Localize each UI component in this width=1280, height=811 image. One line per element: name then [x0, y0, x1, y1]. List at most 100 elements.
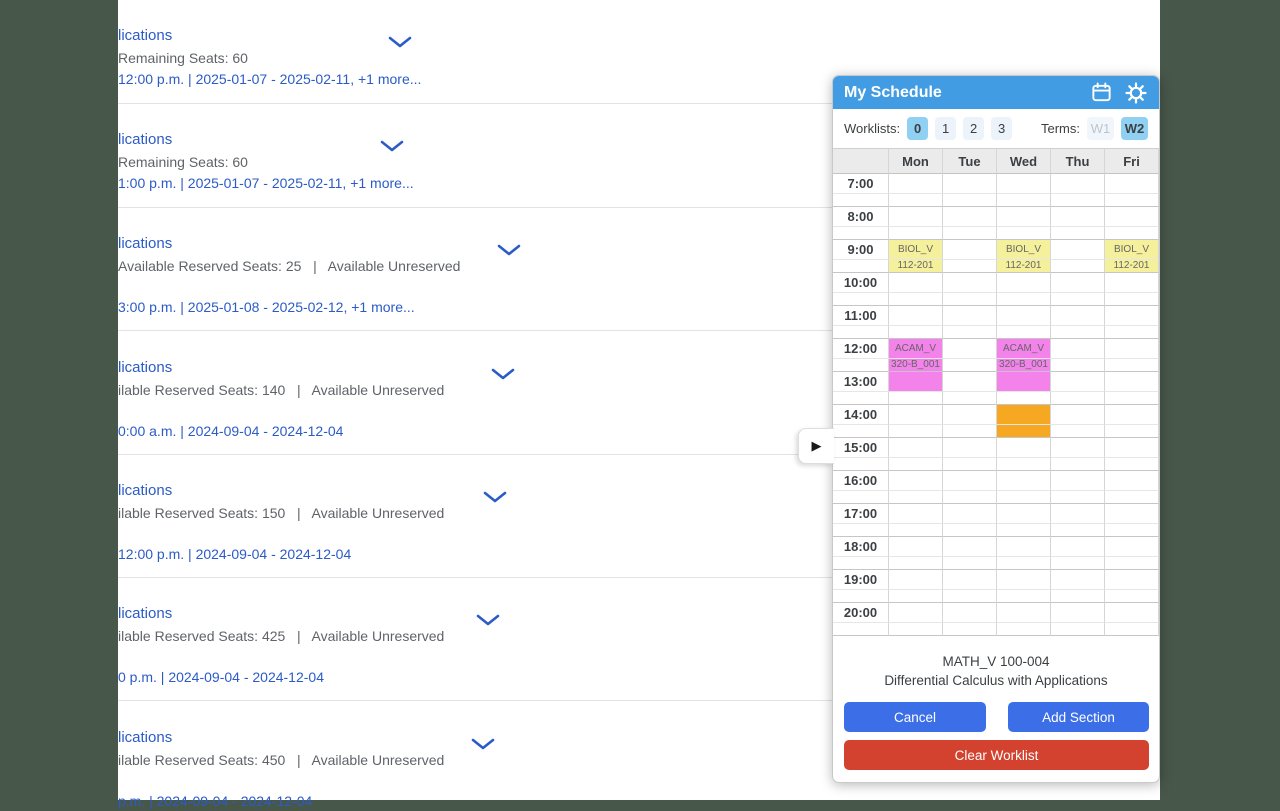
term-chip-w2[interactable]: W2: [1121, 117, 1148, 140]
course-block[interactable]: [997, 405, 1051, 425]
schedule-cell: [1051, 359, 1105, 372]
cancel-button[interactable]: Cancel: [844, 702, 986, 732]
chevron-down-icon[interactable]: [388, 36, 412, 49]
schedule-text-link[interactable]: 0:00 a.m. | 2024-09-04 - 2024-12-04: [118, 422, 444, 441]
schedule-cell: [943, 504, 997, 524]
divider: [118, 103, 832, 104]
schedule-cell: [1105, 392, 1159, 405]
course-block[interactable]: ACAM_V: [889, 339, 943, 359]
chevron-down-icon[interactable]: [380, 140, 404, 153]
course-title-link[interactable]: lications: [118, 728, 444, 748]
chevron-down-icon[interactable]: [476, 614, 500, 627]
schedule-text-link[interactable]: 1:00 p.m. | 2025-01-07 - 2025-02-11, +1 …: [118, 174, 414, 193]
course-block[interactable]: BIOL_V: [889, 240, 943, 260]
schedule-text-link[interactable]: 3:00 p.m. | 2025-01-08 - 2025-02-12, +1 …: [118, 298, 460, 317]
course-block[interactable]: ACAM_V: [997, 339, 1051, 359]
schedule-cell: [1105, 458, 1159, 471]
schedule-cell: [1051, 227, 1105, 240]
seats-text: ilable Reserved Seats: 450 | Available U…: [118, 751, 444, 770]
my-schedule-panel: My Schedule: [832, 75, 1160, 783]
schedule-cell: [997, 174, 1051, 194]
course-block[interactable]: 112-201: [889, 260, 943, 273]
schedule-cell: [943, 339, 997, 359]
course-block[interactable]: 112-201: [997, 260, 1051, 273]
course-block[interactable]: BIOL_V: [1105, 240, 1159, 260]
schedule-cell: [1105, 207, 1159, 227]
course-block[interactable]: 320-B_001: [889, 359, 943, 372]
time-label: [833, 458, 889, 471]
schedule-cell: [943, 359, 997, 372]
course-title-link[interactable]: lications: [118, 26, 421, 46]
chevron-down-icon[interactable]: [483, 491, 507, 504]
worklists-label: Worklists:: [844, 121, 900, 136]
time-label: [833, 326, 889, 339]
course-block[interactable]: [997, 372, 1051, 392]
schedule-cell: [1051, 339, 1105, 359]
course-title-link[interactable]: lications: [118, 130, 414, 150]
schedule-cell: [943, 273, 997, 293]
schedule-cell: [1051, 425, 1105, 438]
schedule-cell: [943, 326, 997, 339]
chevron-down-icon[interactable]: [491, 368, 515, 381]
course-list-item: lications ilable Reserved Seats: 425 | A…: [118, 604, 444, 687]
schedule-cell: [943, 240, 997, 260]
time-label: [833, 623, 889, 636]
clear-worklist-button[interactable]: Clear Worklist: [844, 740, 1149, 770]
course-list-item: lications Available Reserved Seats: 25 |…: [118, 234, 460, 317]
schedule-cell: [1051, 207, 1105, 227]
time-label: [833, 293, 889, 306]
collapse-schedule-toggle[interactable]: ▶: [798, 428, 834, 464]
schedule-cell: [889, 471, 943, 491]
schedule-text-link[interactable]: 12:00 p.m. | 2025-01-07 - 2025-02-11, +1…: [118, 70, 421, 89]
schedule-cell: [889, 557, 943, 570]
worklist-chip-2[interactable]: 2: [963, 117, 984, 140]
schedule-cell: [943, 174, 997, 194]
course-title-link[interactable]: lications: [118, 604, 444, 624]
chevron-down-icon[interactable]: [497, 244, 521, 257]
schedule-cell: [1105, 537, 1159, 557]
schedule-cell: [1051, 240, 1105, 260]
day-header: Thu: [1051, 149, 1105, 174]
play-icon: ▶: [812, 438, 822, 454]
course-title-link[interactable]: lications: [118, 234, 460, 254]
course-title-link[interactable]: lications: [118, 358, 444, 378]
schedule-text-link[interactable]: 0 p.m. | 2024-09-04 - 2024-12-04: [118, 668, 444, 687]
schedule-cell: [943, 458, 997, 471]
time-label: [833, 194, 889, 207]
schedule-cell: [1051, 471, 1105, 491]
course-block[interactable]: [997, 425, 1051, 438]
schedule-cell: [943, 537, 997, 557]
course-list-item: lications Remaining Seats: 60 1:00 p.m. …: [118, 130, 414, 193]
time-label: 10:00: [833, 273, 889, 293]
course-title-link[interactable]: lications: [118, 481, 444, 501]
worklist-chip-0[interactable]: 0: [907, 117, 928, 140]
course-block[interactable]: 320-B_001: [997, 359, 1051, 372]
schedule-cell: [1051, 405, 1105, 425]
schedule-cell: [997, 570, 1051, 590]
course-block[interactable]: 112-201: [1105, 260, 1159, 273]
schedule-text-link[interactable]: 12:00 p.m. | 2024-09-04 - 2024-12-04: [118, 545, 444, 564]
schedule-grid: MonTueWedThuFri7:008:009:00BIOL_VBIOL_VB…: [833, 148, 1159, 636]
term-chip-w1[interactable]: W1: [1087, 117, 1114, 140]
divider: [118, 700, 832, 701]
calendar-icon[interactable]: [1090, 81, 1113, 104]
day-header-corner: [833, 149, 889, 174]
schedule-cell: [943, 590, 997, 603]
worklist-chip-1[interactable]: 1: [935, 117, 956, 140]
course-block[interactable]: [889, 372, 943, 392]
course-list-item: lications ilable Reserved Seats: 150 | A…: [118, 481, 444, 564]
schedule-text-link[interactable]: p.m. | 2024-09-04 - 2024-12-04: [118, 792, 444, 811]
time-label: [833, 227, 889, 240]
course-block[interactable]: BIOL_V: [997, 240, 1051, 260]
schedule-cell: [997, 524, 1051, 537]
time-label: [833, 590, 889, 603]
gear-icon[interactable]: [1124, 81, 1148, 105]
schedule-cell: [1105, 471, 1159, 491]
worklist-chip-3[interactable]: 3: [991, 117, 1012, 140]
selected-section-code: MATH_V 100-004: [833, 654, 1159, 669]
schedule-cell: [889, 491, 943, 504]
terms-label: Terms:: [1041, 121, 1080, 136]
chevron-down-icon[interactable]: [471, 738, 495, 751]
schedule-cell: [1051, 326, 1105, 339]
add-section-button[interactable]: Add Section: [1008, 702, 1149, 732]
